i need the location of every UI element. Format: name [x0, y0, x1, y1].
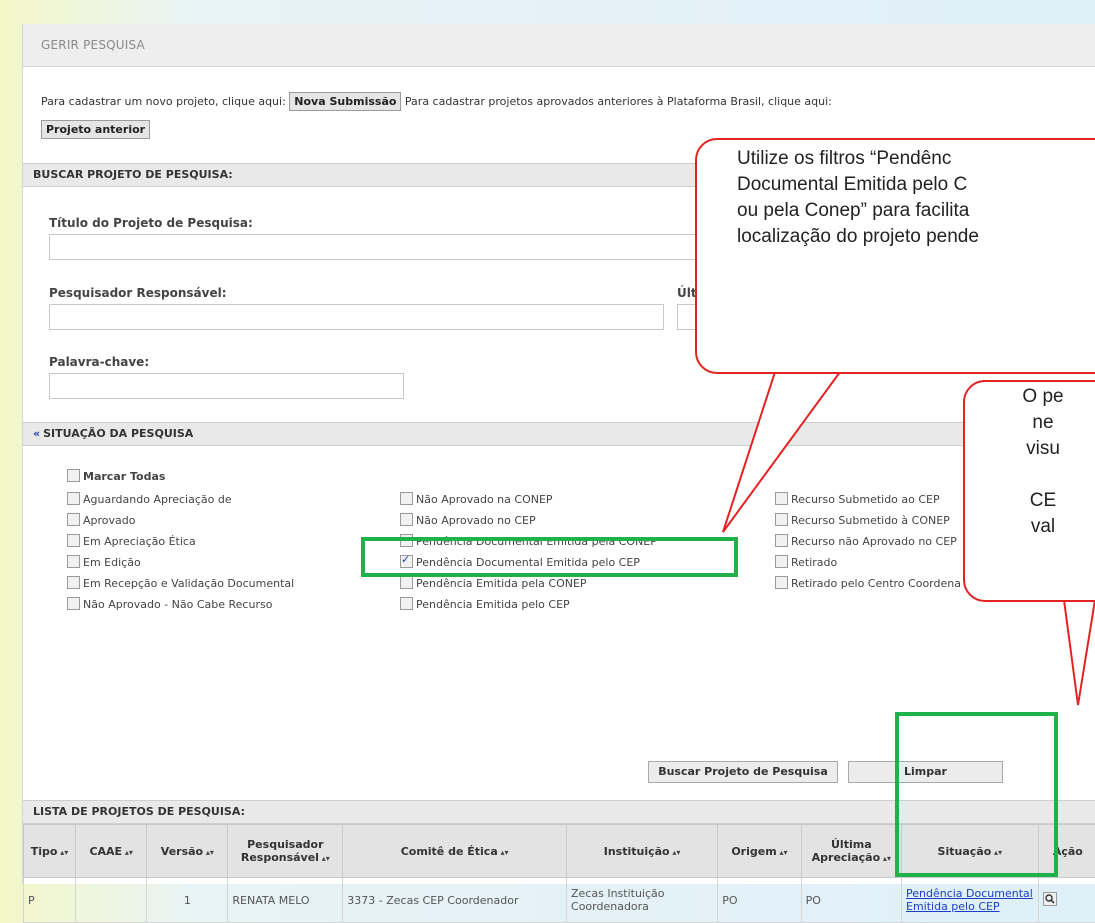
cell-text: 1 [184, 894, 191, 907]
table-cell-versao: 1 [147, 878, 228, 923]
cell-text: Zecas Instituição Coordenadora [571, 887, 665, 913]
cell-text: RENATA MELO [232, 894, 309, 907]
callout-researcher-line [965, 462, 1095, 488]
cell-text: P [28, 894, 35, 907]
cell-text: 3373 - Zecas CEP Coordenador [347, 894, 518, 907]
table-row: P 1 RENATA MELO 3373 - Zecas CEP Coordenado… [24, 878, 1095, 923]
callout-researcher-line: CE [965, 488, 1095, 514]
callout-tail-1 [723, 372, 840, 532]
table-cell-origem: PO [718, 878, 801, 923]
table-cell-acao_icon[interactable] [1038, 878, 1095, 923]
table-cell-ultima: PO [801, 878, 901, 923]
table-cell-comite: 3373 - Zecas CEP Coordenador [343, 878, 567, 923]
callout-researcher-line: ne [965, 410, 1095, 436]
callout-researcher-line: O pe [965, 384, 1095, 410]
search-icon[interactable] [1043, 896, 1057, 909]
callout-filters: Utilize os filtros “PendêncDocumental Em… [695, 138, 1095, 374]
table-cell-situacao[interactable]: Pendência Documental Emitida pelo CEP [902, 878, 1039, 923]
status-link[interactable]: Pendência Documental Emitida pelo CEP [906, 887, 1033, 913]
callout-tails [0, 0, 1095, 873]
table-cell-tipo: P [24, 878, 76, 923]
callout-researcher-line: val [965, 514, 1095, 540]
callout-filters-line: localização do projeto pende [737, 224, 1095, 250]
callout-researcher: O penevisu CEval [963, 380, 1095, 602]
cell-text: PO [806, 894, 821, 907]
callout-tail-2 [1064, 600, 1095, 705]
cell-text: PO [722, 894, 737, 907]
callout-filters-line: Utilize os filtros “Pendênc [737, 146, 1095, 172]
callout-filters-line: ou pela Conep” para facilita [737, 198, 1095, 224]
callout-filters-line: Documental Emitida pelo C [737, 172, 1095, 198]
table-cell-caae [76, 878, 147, 923]
table-cell-instituicao: Zecas Instituição Coordenadora [567, 878, 718, 923]
table-cell-pesquisador: RENATA MELO [228, 878, 343, 923]
callout-researcher-line: visu [965, 436, 1095, 462]
